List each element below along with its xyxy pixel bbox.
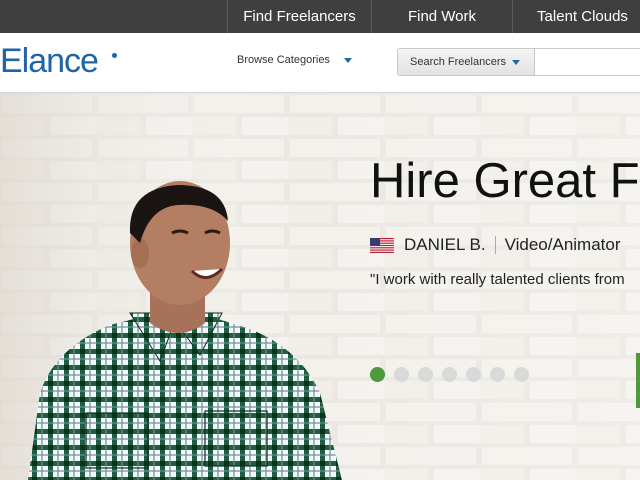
elance-logo[interactable]: Elance — [0, 42, 99, 81]
chevron-down-icon — [512, 59, 520, 65]
nav-find-work[interactable]: Find Work — [371, 0, 512, 33]
freelancer-name[interactable]: DANIEL B. — [404, 235, 486, 255]
carousel-dot[interactable] — [418, 367, 433, 382]
freelancer-photo — [28, 181, 342, 480]
carousel-dot[interactable] — [466, 367, 481, 382]
divider — [494, 236, 496, 254]
carousel-dots — [370, 367, 538, 382]
logo-dot — [112, 53, 117, 58]
testimonial-quote: "I work with really talented clients fro… — [370, 271, 625, 288]
browse-categories-dropdown[interactable]: Browse Categories — [237, 54, 352, 66]
green-button-edge[interactable] — [636, 353, 640, 408]
nav-find-freelancers[interactable]: Find Freelancers — [227, 0, 371, 33]
carousel-dot[interactable] — [442, 367, 457, 382]
freelancer-meta: DANIEL B. Video/Animator — [370, 235, 621, 255]
freelancer-role: Video/Animator — [504, 235, 621, 254]
browse-categories-label: Browse Categories — [237, 54, 330, 66]
search-type-label: Search Freelancers — [410, 56, 506, 68]
carousel-dot[interactable] — [394, 367, 409, 382]
hero-headline: Hire Great F — [370, 154, 640, 208]
carousel-dot[interactable] — [490, 367, 505, 382]
header: Elance Browse Categories Search Freelanc… — [0, 33, 640, 93]
carousel-dot[interactable] — [370, 367, 385, 382]
search-box: Search Freelancers — [397, 48, 640, 76]
search-input[interactable] — [536, 49, 640, 75]
us-flag-icon — [370, 237, 394, 253]
nav-talent-clouds[interactable]: Talent Clouds — [512, 0, 640, 33]
search-type-dropdown[interactable]: Search Freelancers — [398, 49, 535, 75]
top-nav-bar: Find Freelancers Find Work Talent Clouds — [0, 0, 640, 33]
chevron-down-icon — [343, 57, 352, 63]
hero-banner: Hire Great F DANIEL B. Video/Animator "I… — [0, 93, 640, 480]
carousel-dot[interactable] — [514, 367, 529, 382]
